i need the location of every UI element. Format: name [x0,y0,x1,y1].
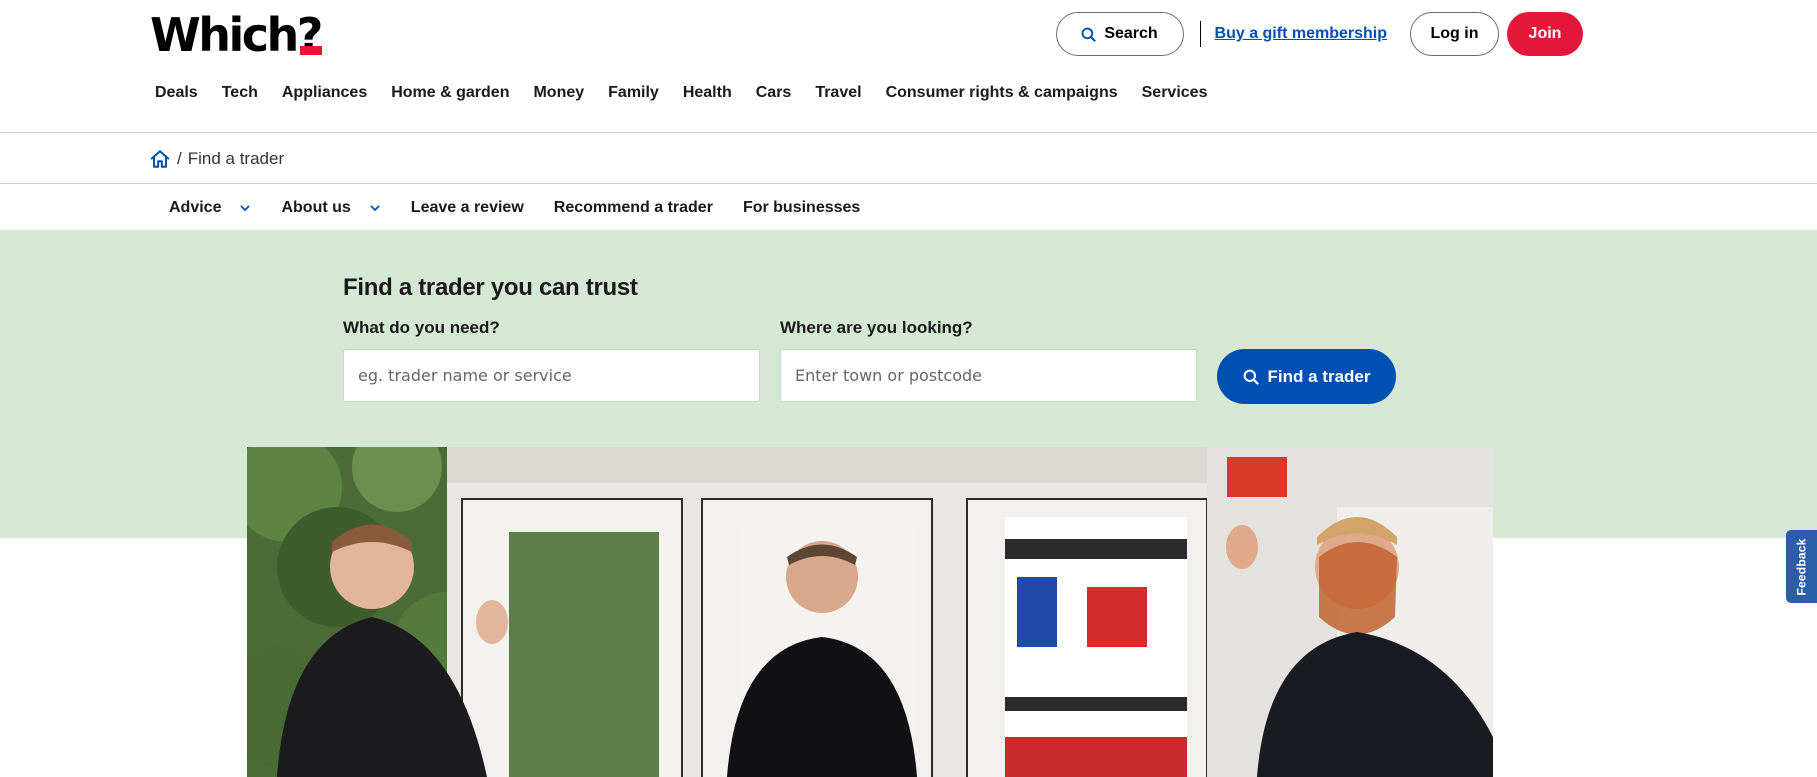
chevron-down-icon [241,205,250,211]
chevron-down-icon [370,205,380,211]
nav-item-services[interactable]: Services [1130,82,1220,104]
logo-word: Which [150,8,299,62]
need-label: What do you need? [343,318,500,337]
nav-item-travel[interactable]: Travel [803,82,873,104]
which-logo[interactable]: Which? [150,12,323,58]
subnav-item-recommend-trader[interactable]: Recommend a trader [554,199,713,217]
join-button[interactable]: Join [1507,12,1583,56]
search-icon [1243,369,1259,385]
breadcrumb-current: Find a trader [187,148,285,168]
hero-title: Find a trader you can trust [343,274,638,301]
site-header: Which? Search Buy a gift membership Log … [0,0,1817,133]
feedback-tab[interactable]: Feedback [1786,530,1817,603]
where-field [780,349,1197,402]
breadcrumb: / Find a trader [0,134,1817,184]
nav-item-family[interactable]: Family [596,82,671,104]
logo-red-bar [299,46,322,55]
subnav-about-label: About us [281,198,351,216]
nav-item-deals[interactable]: Deals [144,82,210,104]
sub-nav: Advice About us Leave a review Recommend… [0,185,1817,230]
home-icon[interactable] [149,148,171,170]
subnav-item-for-businesses[interactable]: For businesses [743,199,860,217]
search-icon [1081,27,1096,42]
main-nav: Deals Tech Appliances Home & garden Mone… [144,82,1219,104]
nav-item-consumer-rights[interactable]: Consumer rights & campaigns [874,82,1130,104]
header-divider [1199,21,1201,47]
find-trader-label: Find a trader [1267,366,1371,386]
feedback-label: Feedback [1794,538,1809,595]
where-input[interactable] [795,366,1196,385]
nav-item-appliances[interactable]: Appliances [270,82,379,104]
subnav-item-leave-review[interactable]: Leave a review [411,199,524,217]
need-field [343,349,760,402]
find-trader-button[interactable]: Find a trader [1217,349,1396,404]
nav-item-money[interactable]: Money [521,82,596,104]
login-button[interactable]: Log in [1410,12,1499,56]
breadcrumb-separator: / [177,148,182,168]
hero-photo-illustration [247,447,1493,777]
subnav-advice-label: Advice [169,198,222,216]
subnav-item-about[interactable]: About us [281,199,380,217]
search-button-label: Search [1104,25,1158,42]
subnav-item-advice[interactable]: Advice [169,199,251,217]
header-actions: Search Buy a gift membership Log in Join [1055,12,1583,56]
nav-item-health[interactable]: Health [671,82,744,104]
search-button[interactable]: Search [1055,12,1184,56]
nav-item-home-garden[interactable]: Home & garden [379,82,521,104]
nav-item-tech[interactable]: Tech [210,82,270,104]
need-input[interactable] [358,366,759,385]
hero-photo-tradesmen [247,447,1493,777]
where-label: Where are you looking? [780,318,973,337]
nav-item-cars[interactable]: Cars [744,82,804,104]
gift-membership-link[interactable]: Buy a gift membership [1215,25,1387,43]
